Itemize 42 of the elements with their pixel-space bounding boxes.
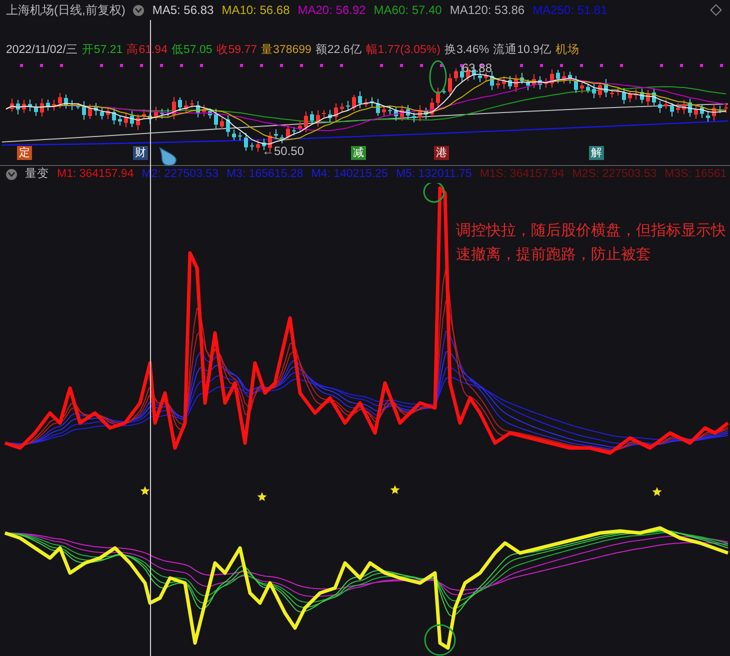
moving-average-value: MA250: 51.81 [532, 2, 608, 19]
dropdown-icon[interactable] [133, 4, 144, 16]
quote-value: 机场 [555, 42, 580, 58]
collapse-icon[interactable] [6, 169, 17, 180]
quote-value: 开57.21 [82, 43, 123, 58]
star-icon [390, 485, 400, 494]
indicator-value: M1: 364157.94 [57, 166, 134, 182]
star-icon [652, 487, 662, 496]
indicator-value: M3: 165615.28 [226, 166, 304, 182]
quote-value: 流通10.9亿 [493, 42, 552, 58]
quote-value: 低57.05 [171, 43, 212, 58]
quote-value: 换3.46% [444, 42, 490, 58]
indicator-value: M4: 140215.25 [311, 166, 388, 182]
indicator-value: M3S: 16561 [664, 166, 727, 182]
star-icon [257, 492, 267, 501]
indicator-value: M5: 132011.75 [396, 166, 472, 182]
annotation-text: 调控快拉，随后股价横盘，但指标显示快速撤离，提前跑路，防止被套 [456, 220, 727, 265]
quote-value: 收59.77 [216, 43, 258, 58]
event-marker[interactable]: 定 [17, 146, 32, 160]
moving-average-value: MA60: 57.40 [374, 2, 442, 19]
event-marker[interactable]: 解 [589, 146, 604, 160]
indicator-name: 量变 [25, 166, 49, 182]
event-marker[interactable]: 财 [133, 146, 148, 160]
quote-value: 额22.6亿 [315, 42, 362, 58]
event-marker[interactable]: 减 [351, 146, 366, 160]
indicator-value: M2S: 227503.53 [572, 166, 657, 182]
moving-average-value: MA20: 56.92 [298, 2, 366, 19]
event-marker[interactable]: 港 [434, 146, 449, 160]
low-price-label: ←50.50 [262, 144, 304, 158]
quote-value: 幅1.77(3.05%) [366, 42, 440, 58]
chart-title: 上海机场(日线,前复权) [6, 2, 126, 19]
indicator-value: M1S: 364157.94 [480, 166, 564, 182]
star-icon [140, 486, 150, 495]
highlight-circle [424, 624, 456, 656]
highlight-circle [429, 60, 447, 94]
diamond-icon[interactable] [710, 4, 722, 16]
moving-average-value: MA5: 56.83 [152, 2, 214, 19]
quote-value: 量378699 [261, 43, 312, 58]
quote-value: 2022/11/02/三 [6, 43, 78, 58]
moving-average-value: MA10: 56.68 [222, 2, 290, 19]
moving-average-value: MA120: 53.86 [450, 2, 525, 19]
water-drop-icon [158, 147, 178, 166]
